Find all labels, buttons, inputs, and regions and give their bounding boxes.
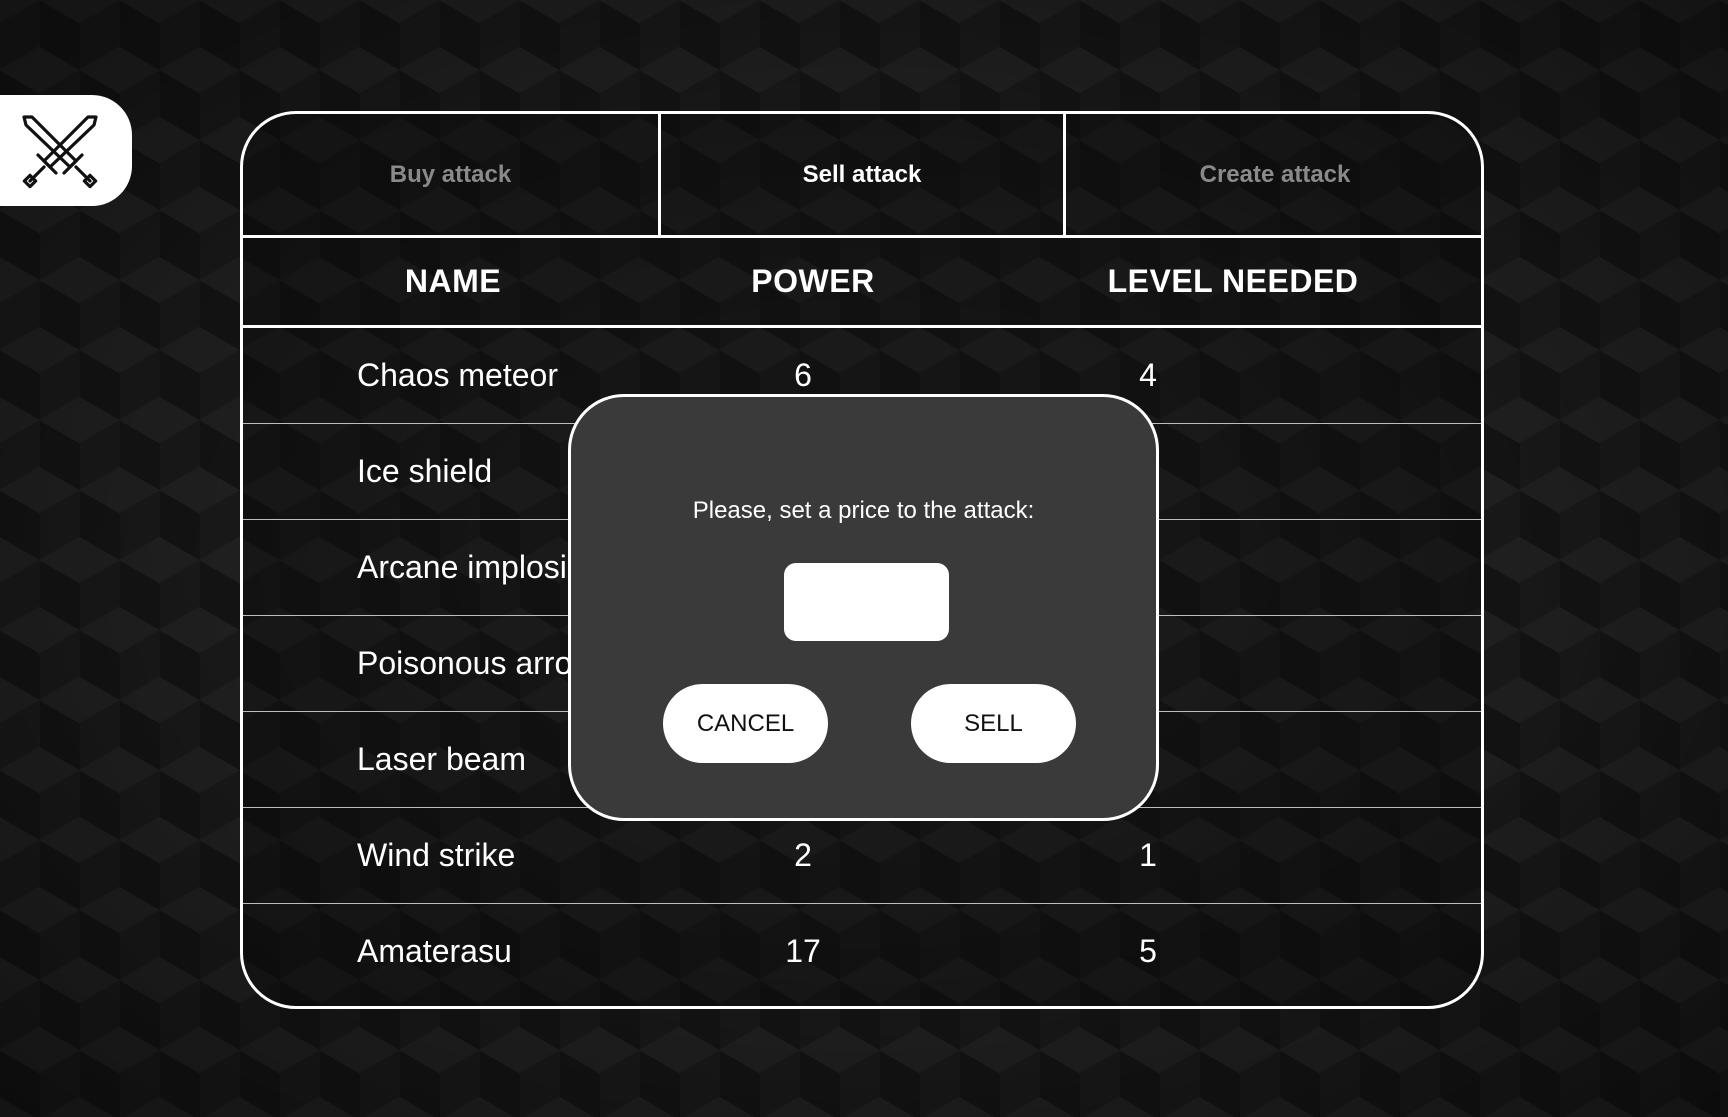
table-row[interactable]: Wind strike 2 1 bbox=[243, 808, 1481, 904]
attack-level-needed: 1 bbox=[1139, 837, 1157, 873]
tab-bar: Buy attack Sell attack Create attack bbox=[243, 114, 1481, 238]
price-prompt: Please, set a price to the attack: bbox=[692, 497, 1035, 524]
attack-level-needed: 5 bbox=[1139, 933, 1157, 969]
table-header: NAME POWER LEVEL NEEDED bbox=[243, 238, 1481, 328]
cancel-button[interactable]: CANCEL bbox=[663, 684, 828, 763]
tab-sell-attack[interactable]: Sell attack bbox=[661, 114, 1066, 235]
sell-button[interactable]: SELL bbox=[911, 684, 1076, 763]
price-input[interactable] bbox=[784, 563, 949, 641]
logo-tab[interactable] bbox=[0, 95, 132, 206]
table-row[interactable]: Amaterasu 17 5 bbox=[243, 904, 1481, 1000]
crossed-swords-icon bbox=[22, 114, 98, 188]
attack-name: Wind strike bbox=[357, 837, 516, 873]
tab-create-attack[interactable]: Create attack bbox=[1066, 114, 1481, 235]
attack-power: 17 bbox=[785, 933, 821, 969]
attack-power: 2 bbox=[794, 837, 812, 873]
column-header-name: NAME bbox=[404, 263, 502, 299]
column-header-power: POWER bbox=[751, 263, 875, 299]
column-header-level-needed: LEVEL NEEDED bbox=[1107, 263, 1359, 299]
sell-price-dialog: Please, set a price to the attack: CANCE… bbox=[568, 394, 1159, 821]
tab-buy-attack[interactable]: Buy attack bbox=[243, 114, 661, 235]
attack-name: Amaterasu bbox=[357, 933, 512, 969]
